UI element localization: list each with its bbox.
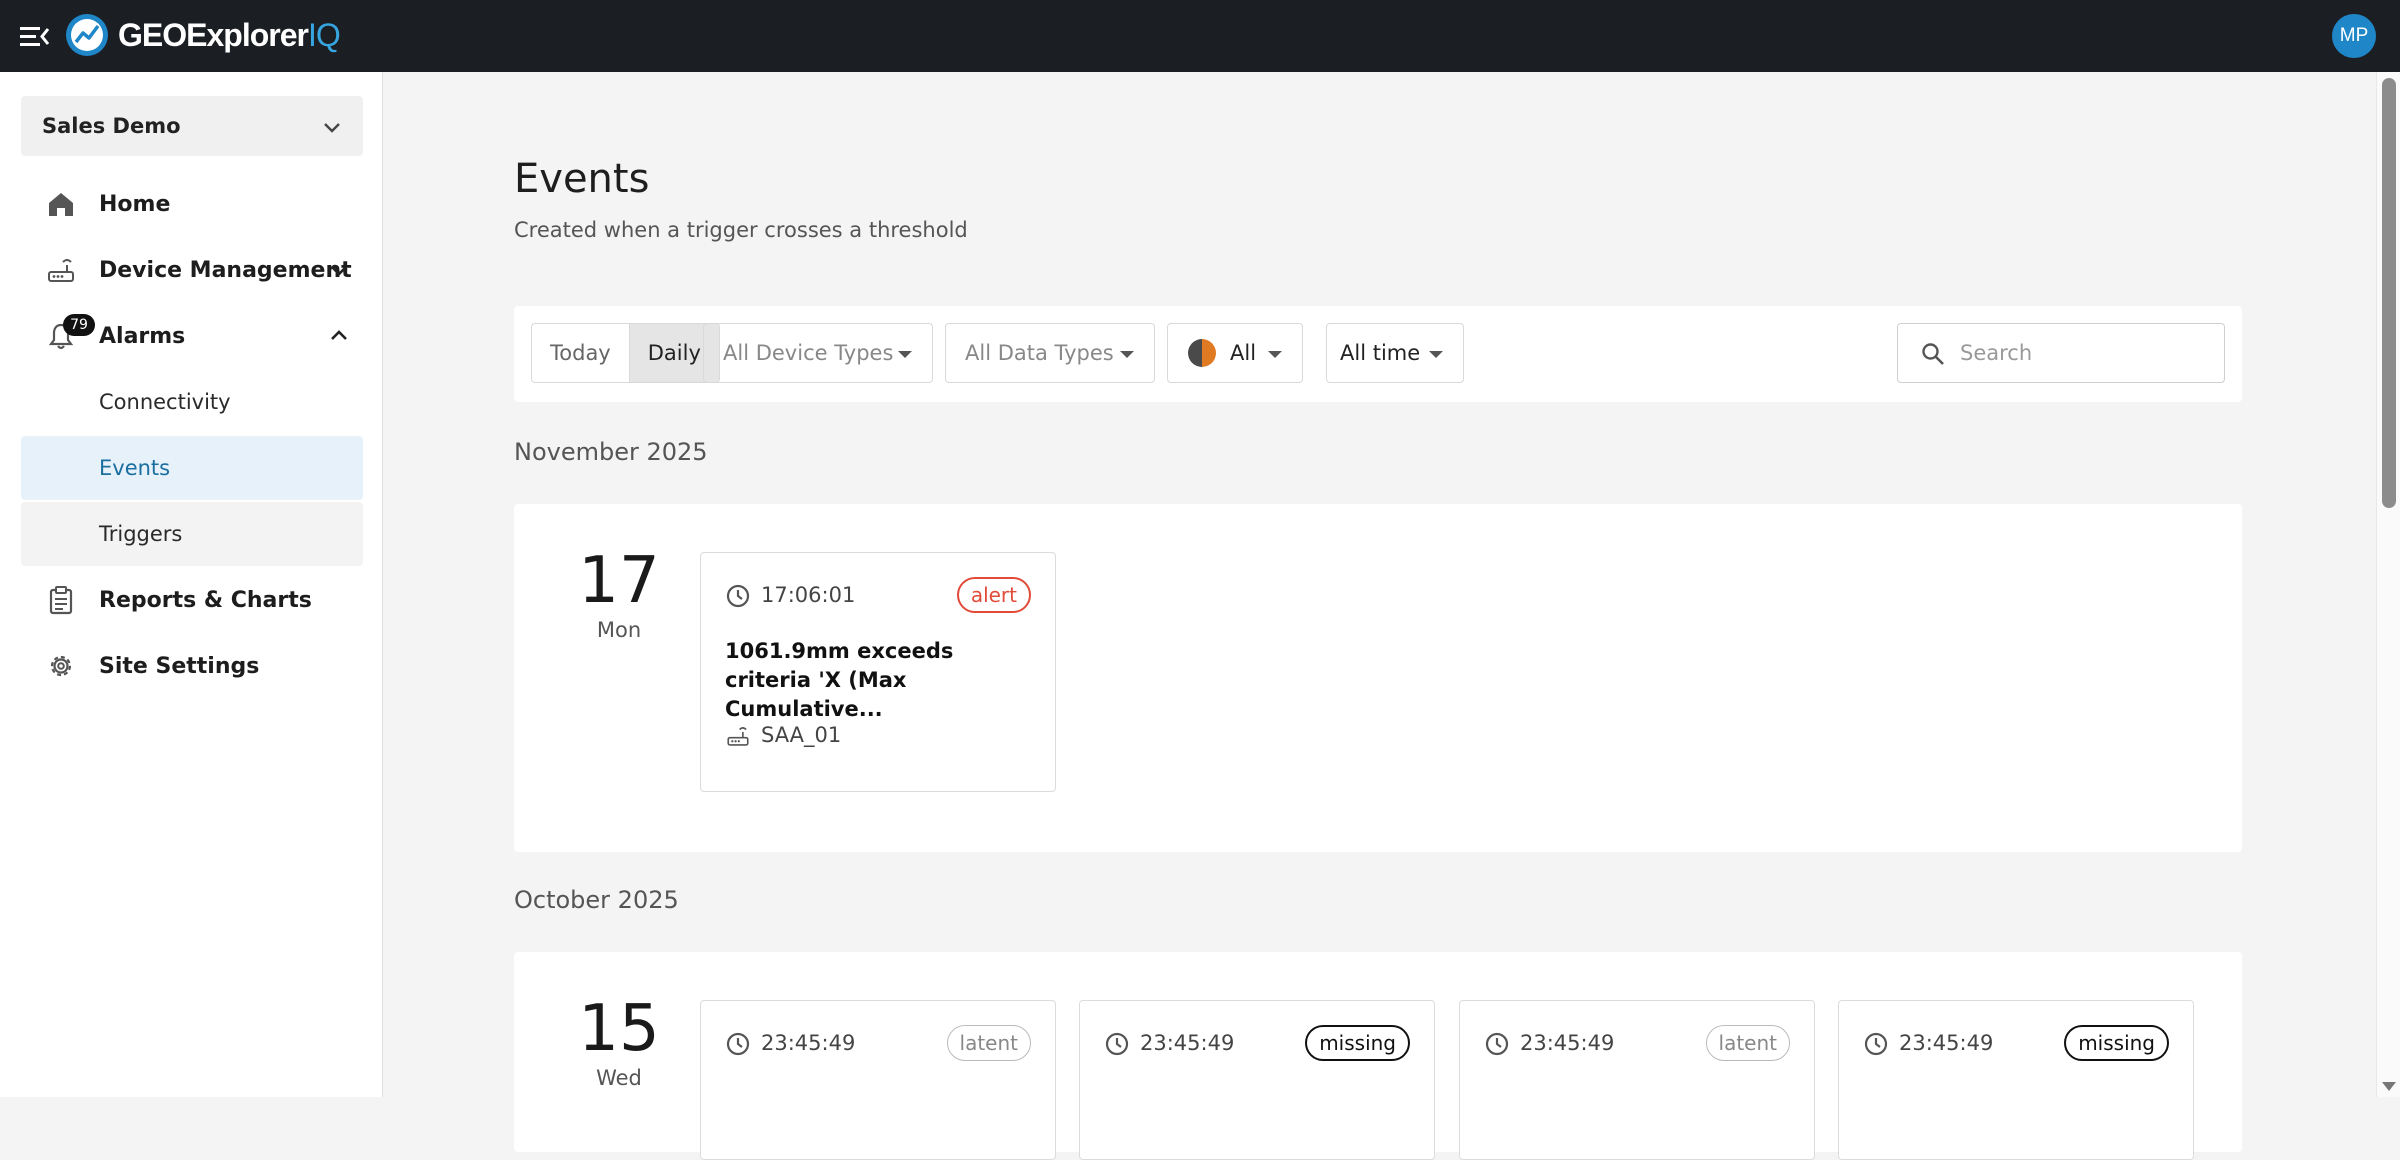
caret-down-icon <box>1268 351 1282 358</box>
event-time: 23:45:49 <box>1140 1031 1235 1055</box>
top-bar: GEOExplorerIQ MP <box>0 0 2400 72</box>
sidebar-item-site-settings[interactable]: Site Settings <box>21 634 363 698</box>
event-status-tag: missing <box>1305 1025 1410 1061</box>
event-day-group: 17 Mon 17:06:01 alert 1061.9mm exceeds c… <box>514 504 2242 852</box>
logo-globe-icon <box>66 14 108 56</box>
sidebar-item-connectivity[interactable]: Connectivity <box>21 370 363 434</box>
event-status-tag: alert <box>956 577 1031 613</box>
device-types-dropdown[interactable]: All Device Types <box>703 323 933 383</box>
event-card[interactable]: 23:45:49 latent <box>1459 1000 1815 1160</box>
caret-down-icon <box>1429 351 1443 358</box>
event-day-group: 15 Wed 23:45:49 latent 23:45:49 missing … <box>514 952 2242 1160</box>
sidebar-item-label: Events <box>99 456 171 480</box>
dropdown-value: All <box>1230 341 1257 365</box>
caret-down-icon <box>898 351 912 358</box>
day-weekday: Wed <box>596 1066 642 1090</box>
sidebar-item-events[interactable]: Events <box>21 436 363 500</box>
router-icon <box>727 727 749 746</box>
period-toggle: Today Daily <box>531 323 720 383</box>
event-description: 1061.9mm exceeds criteria 'X (Max Cumula… <box>725 639 954 721</box>
clock-icon <box>1105 1032 1129 1056</box>
gear-icon <box>50 655 72 677</box>
event-status-tag: missing <box>2064 1025 2169 1061</box>
sidebar-item-label: Connectivity <box>99 390 231 414</box>
day-number: 15 <box>578 992 660 1066</box>
sidebar-item-alarms[interactable]: 79 Alarms <box>21 304 363 368</box>
event-time: 23:45:49 <box>1520 1031 1615 1055</box>
month-header: October 2025 <box>514 886 679 914</box>
status-pie-icon <box>1188 339 1216 367</box>
event-card[interactable]: 23:45:49 missing <box>1838 1000 2194 1160</box>
alarms-count-badge: 79 <box>63 314 95 336</box>
main-content: Events Created when a trigger crosses a … <box>384 72 2376 1160</box>
page-subtitle: Created when a trigger crosses a thresho… <box>514 218 968 242</box>
menu-collapse-icon[interactable] <box>18 20 52 52</box>
filter-bar: Today Daily All Device Types All Data Ty… <box>514 306 2242 402</box>
clipboard-icon <box>49 586 73 615</box>
event-card[interactable]: 23:45:49 missing <box>1079 1000 1435 1160</box>
day-number: 17 <box>578 544 660 618</box>
chevron-up-icon <box>331 330 347 340</box>
chevron-down-icon <box>324 123 340 133</box>
clock-icon <box>726 1032 750 1056</box>
event-time: 17:06:01 <box>761 583 856 607</box>
sidebar-item-triggers[interactable]: Triggers <box>21 502 363 566</box>
dropdown-value: All Device Types <box>723 341 894 365</box>
caret-down-icon <box>1120 351 1134 358</box>
status-dropdown[interactable]: All <box>1167 323 1303 383</box>
event-time: 23:45:49 <box>1899 1031 1994 1055</box>
event-device: SAA_01 <box>761 723 842 747</box>
sidebar-item-label: Device Management <box>99 257 352 283</box>
event-card[interactable]: 17:06:01 alert 1061.9mm exceeds criteria… <box>700 552 1056 792</box>
dropdown-value: All Data Types <box>965 341 1114 365</box>
clock-icon <box>1864 1032 1888 1056</box>
data-types-dropdown[interactable]: All Data Types <box>945 323 1155 383</box>
sidebar-item-label: Triggers <box>99 522 183 546</box>
sidebar-item-label: Site Settings <box>99 653 260 679</box>
brand-logo[interactable]: GEOExplorerIQ <box>64 12 341 58</box>
clock-icon <box>1485 1032 1509 1056</box>
organization-name: Sales Demo <box>42 114 181 138</box>
organization-selector[interactable]: Sales Demo <box>21 96 363 156</box>
sidebar-item-reports[interactable]: Reports & Charts <box>21 568 363 632</box>
day-weekday: Mon <box>596 618 642 642</box>
scroll-down-arrow-icon[interactable] <box>2382 1082 2396 1091</box>
home-icon <box>49 193 73 216</box>
event-status-tag: latent <box>946 1025 1031 1061</box>
search-box[interactable] <box>1897 323 2225 383</box>
sidebar-item-label: Alarms <box>99 323 186 349</box>
event-time: 23:45:49 <box>761 1031 856 1055</box>
dropdown-value: All time <box>1340 341 1421 365</box>
sidebar: Sales Demo Home Device Management 79 Ala… <box>0 72 383 1097</box>
event-status-tag: latent <box>1705 1025 1790 1061</box>
time-range-dropdown[interactable]: All time <box>1326 323 1464 383</box>
page-scrollbar[interactable] <box>2376 72 2400 1097</box>
router-icon <box>48 259 74 282</box>
user-avatar[interactable]: MP <box>2332 14 2376 58</box>
sidebar-item-device-management[interactable]: Device Management <box>21 238 363 302</box>
event-card[interactable]: 23:45:49 latent <box>700 1000 1056 1160</box>
search-input[interactable] <box>1960 324 2210 382</box>
month-header: November 2025 <box>514 438 708 466</box>
clock-icon <box>726 584 750 608</box>
today-button[interactable]: Today <box>532 324 629 382</box>
search-icon <box>1922 343 1944 365</box>
brand-name: GEOExplorerIQ <box>118 16 341 53</box>
sidebar-item-label: Reports & Charts <box>99 587 312 613</box>
scrollbar-thumb[interactable] <box>2382 78 2396 508</box>
chevron-down-icon <box>331 266 347 276</box>
sidebar-item-home[interactable]: Home <box>21 172 363 236</box>
sidebar-item-label: Home <box>99 191 171 217</box>
page-title: Events <box>514 156 650 202</box>
